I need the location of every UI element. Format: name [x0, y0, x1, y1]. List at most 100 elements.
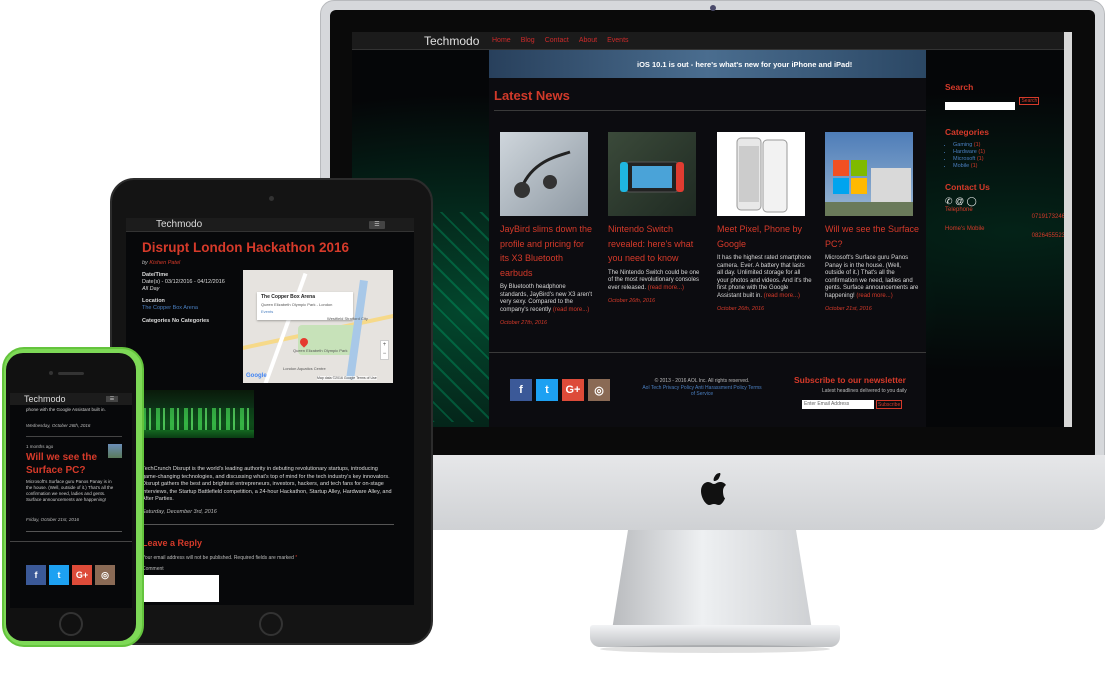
- tablet-navbar: Techmodo ☰: [126, 218, 414, 232]
- nav-blog[interactable]: Blog: [521, 37, 535, 44]
- imac-chin: [320, 455, 1105, 530]
- google-logo: Google: [246, 373, 267, 379]
- site-logo[interactable]: Techmodo: [156, 219, 202, 230]
- divider: [494, 110, 926, 111]
- category-count: (1): [970, 163, 978, 169]
- category-item[interactable]: Mobile (1): [953, 163, 1055, 170]
- category-name[interactable]: Gaming: [953, 142, 972, 148]
- googleplus-icon[interactable]: G+: [72, 565, 92, 585]
- by-label: by: [142, 260, 148, 266]
- building-icon: [825, 160, 913, 216]
- home-mobile-value[interactable]: 0826455523: [1032, 233, 1065, 239]
- instagram-icon[interactable]: ◎: [588, 379, 610, 401]
- smartphone-icon: [736, 137, 788, 213]
- newsletter-email-input[interactable]: Enter Email Address: [802, 400, 874, 409]
- category-item[interactable]: Hardware (1): [953, 149, 1055, 156]
- console-icon: [620, 161, 684, 193]
- leave-reply-heading: Leave a Reply: [142, 538, 203, 548]
- post-date: Friday, October 21st, 2016: [26, 517, 79, 522]
- event-author: by Kishen Patel: [142, 260, 180, 266]
- event-photo-skyline: [142, 408, 254, 430]
- news-excerpt: It has the highest rated smartphone came…: [717, 255, 812, 300]
- category-name[interactable]: Microsoft: [953, 156, 975, 162]
- apple-logo-icon: [701, 473, 726, 505]
- instagram-icon[interactable]: ◎: [95, 565, 115, 585]
- site-logo[interactable]: Techmodo: [24, 394, 66, 404]
- read-more-link[interactable]: (read more...): [856, 293, 892, 299]
- site-logo[interactable]: Techmodo: [424, 34, 479, 48]
- imac-stand-neck: [612, 530, 812, 630]
- nav-home[interactable]: Home: [492, 37, 511, 44]
- mobile-row: Home's Mobile 0826455523: [945, 226, 1065, 239]
- read-more-link[interactable]: (read more...): [553, 307, 589, 313]
- event-meta: Date/Time Date(s) - 03/12/2016 - 04/12/2…: [142, 272, 242, 325]
- news-title[interactable]: Will we see the Surface PC?: [825, 222, 920, 251]
- news-title[interactable]: Nintendo Switch revealed: here's what yo…: [608, 222, 703, 266]
- hamburger-menu-icon[interactable]: ☰: [106, 396, 118, 402]
- location-label: Location: [142, 298, 165, 304]
- category-name[interactable]: Hardware: [953, 149, 977, 155]
- hamburger-menu-icon[interactable]: ☰: [369, 221, 385, 229]
- news-image-microsoft-building[interactable]: [825, 132, 913, 216]
- nav-events[interactable]: Events: [607, 37, 628, 44]
- twitter-icon[interactable]: t: [49, 565, 69, 585]
- location-link[interactable]: The Copper Box Arena: [142, 305, 198, 311]
- news-excerpt: The Nintendo Switch could be one of the …: [608, 270, 703, 293]
- nav-contact[interactable]: Contact: [545, 37, 569, 44]
- contact-heading: Contact Us: [945, 182, 990, 192]
- event-map[interactable]: The Copper Box Arena Queen Elizabeth Oly…: [243, 270, 393, 383]
- all-day: All Day: [142, 286, 160, 292]
- category-count: (1): [978, 149, 986, 155]
- read-more-link[interactable]: (read more...): [648, 285, 684, 291]
- scrollbar[interactable]: [1064, 32, 1072, 427]
- news-title[interactable]: JayBird slims down the profile and prici…: [500, 222, 595, 280]
- twitter-icon[interactable]: t: [536, 379, 558, 401]
- divider: [142, 524, 394, 525]
- featured-banner-title[interactable]: iOS 10.1 is out - here's what's new for …: [637, 60, 852, 69]
- news-image-earbuds[interactable]: [500, 132, 588, 216]
- comment-textarea[interactable]: [142, 575, 219, 602]
- news-date: October 27th, 2016: [500, 320, 548, 326]
- category-item[interactable]: Microsoft (1): [953, 156, 1055, 163]
- post-title[interactable]: Will we see the Surface PC?: [26, 451, 116, 477]
- home-mobile-label: Home's Mobile: [945, 226, 985, 232]
- facebook-icon[interactable]: f: [510, 379, 532, 401]
- search-button[interactable]: Search: [1019, 97, 1040, 105]
- subscribe-button[interactable]: Subscribe: [876, 400, 903, 409]
- event-title: Disrupt London Hackathon 2016: [142, 240, 350, 255]
- divider: [26, 436, 122, 437]
- reply-note: Your email address will not be published…: [142, 555, 297, 561]
- news-date: October 21st, 2016: [825, 306, 872, 312]
- category-name[interactable]: Mobile: [953, 163, 969, 169]
- footer-links[interactable]: Aol Tech Privacy Policy Anti Harassment …: [642, 385, 761, 398]
- contact-icons: ✆ @ ◯: [945, 196, 977, 206]
- news-date: October 26th, 2016: [717, 306, 765, 312]
- comment-label: Comment: [142, 566, 164, 572]
- googleplus-icon[interactable]: G+: [562, 379, 584, 401]
- map-zoom-controls[interactable]: + −: [380, 340, 389, 360]
- author-name[interactable]: Kishen Patel: [149, 260, 180, 266]
- news-image-switch[interactable]: [608, 132, 696, 216]
- latest-news-heading: Latest News: [494, 88, 570, 103]
- read-more-link[interactable]: (read more...): [764, 293, 800, 299]
- news-image-pixel[interactable]: [717, 132, 805, 216]
- facebook-icon[interactable]: f: [26, 565, 46, 585]
- map-label-city: Westfield Stratford City: [327, 316, 368, 321]
- tablet-screen: Techmodo ☰ Disrupt London Hackathon 2016…: [126, 218, 414, 605]
- news-title[interactable]: Meet Pixel, Phone by Google: [717, 222, 812, 251]
- map-label-centre: London Aquatics Centre: [283, 366, 326, 371]
- telephone-value[interactable]: 0719173246: [1032, 214, 1065, 220]
- event-description: TechCrunch Disrupt is the world's leadin…: [142, 466, 392, 502]
- desktop-social-links: f t G+ ◎: [510, 379, 610, 401]
- news-card: JayBird slims down the profile and prici…: [500, 132, 595, 326]
- news-card: Will we see the Surface PC? Microsoft's …: [825, 132, 920, 312]
- map-card-link[interactable]: Events: [261, 309, 349, 314]
- search-input[interactable]: [945, 102, 1015, 110]
- divider: [26, 531, 122, 532]
- search-heading: Search: [945, 82, 974, 92]
- phone-navbar: Techmodo ☰: [10, 393, 132, 405]
- nav-about[interactable]: About: [579, 37, 597, 44]
- telephone-label: Telephone: [945, 207, 973, 213]
- category-item[interactable]: Gaming (1): [953, 142, 1055, 149]
- categories-text: Categories No Categories: [142, 318, 210, 324]
